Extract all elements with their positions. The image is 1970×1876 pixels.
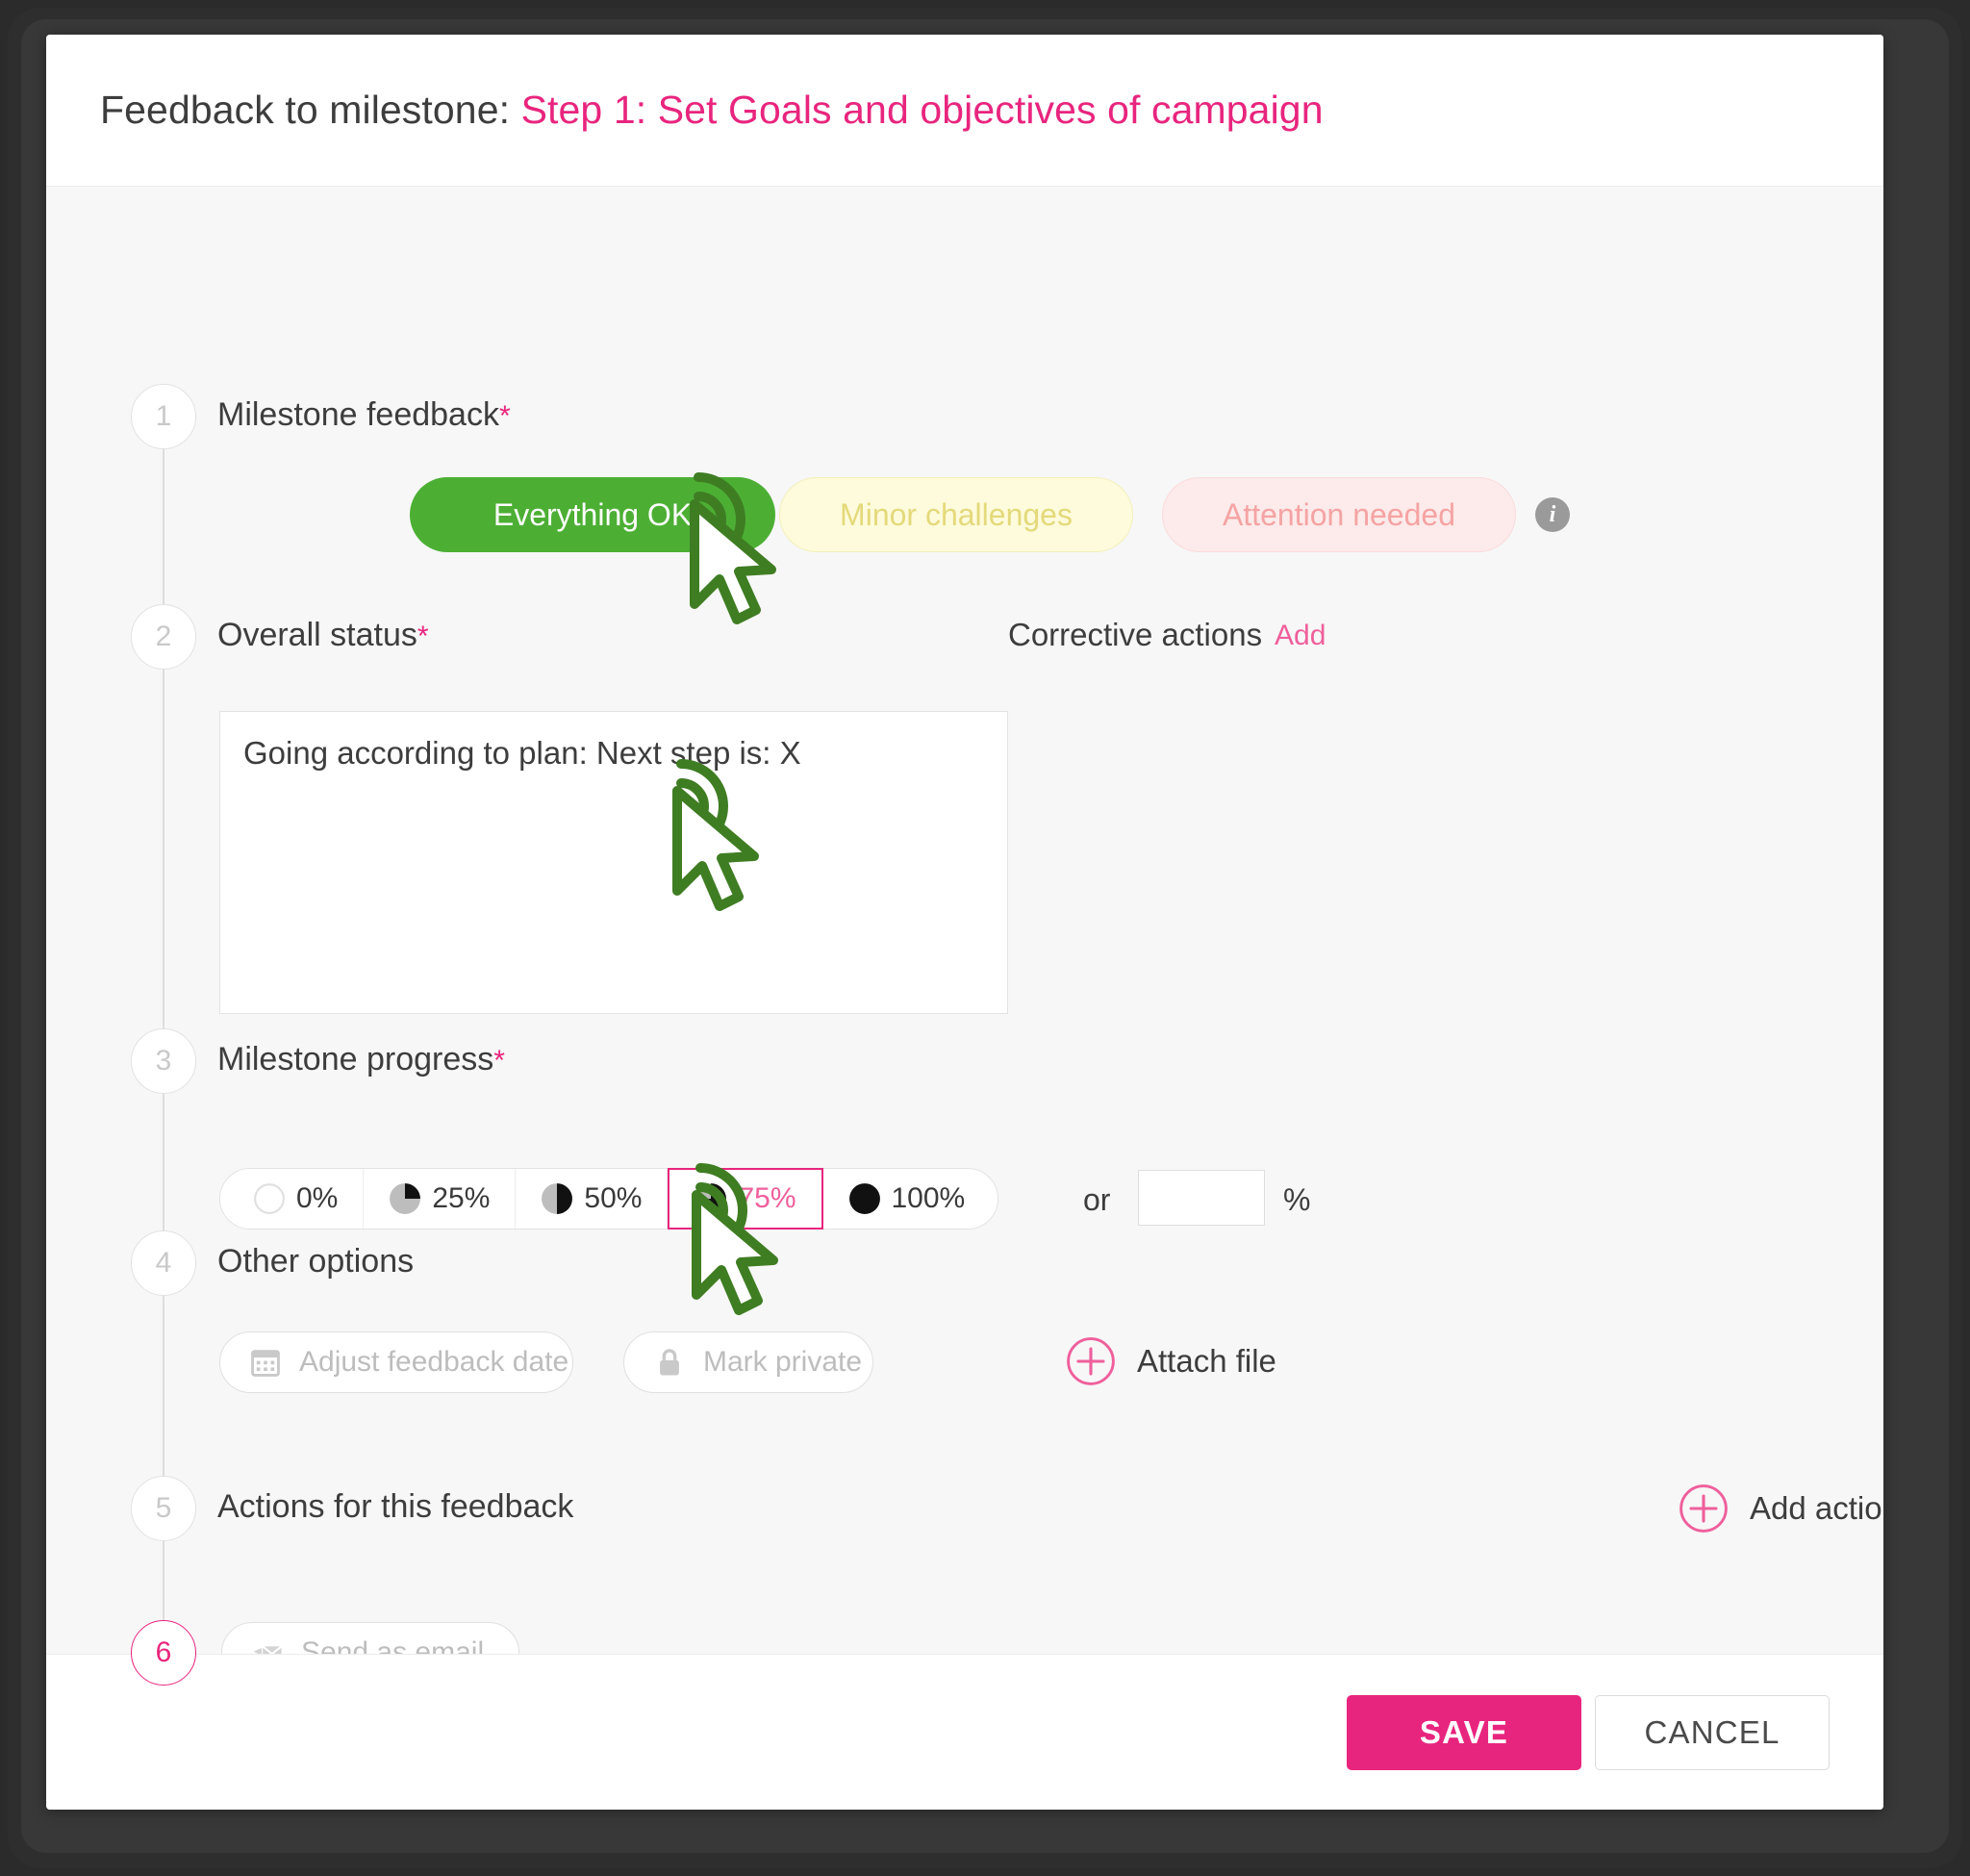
pie-25-icon <box>390 1183 421 1214</box>
pie-0-icon <box>254 1183 285 1214</box>
required-asterisk-1: * <box>498 400 511 432</box>
step-number-5: 5 <box>155 1492 172 1524</box>
step-number-2: 2 <box>155 621 172 652</box>
step-marker-5: 5 <box>131 1476 196 1541</box>
progress-or-label: or <box>1083 1182 1111 1217</box>
section-label-overall-status: Overall status* <box>217 617 429 653</box>
corrective-actions-label: Corrective actions <box>1008 617 1263 652</box>
overall-status-textarea[interactable]: Going according to plan: Next step is: X <box>219 711 1008 1014</box>
progress-option-0[interactable]: 0% <box>220 1169 365 1229</box>
screen-background: Feedback to milestone: Step 1: Set Goals… <box>0 0 1970 1876</box>
step-number-6: 6 <box>155 1636 172 1668</box>
feedback-pill-attention-needed[interactable]: Attention needed <box>1162 477 1516 552</box>
step-number-4: 4 <box>155 1247 172 1279</box>
required-asterisk-3: * <box>493 1045 505 1077</box>
attach-file-button[interactable]: Attach file <box>1066 1336 1276 1386</box>
save-button[interactable]: SAVE <box>1347 1694 1581 1770</box>
overall-status-value: Going according to plan: Next step is: X <box>243 735 801 771</box>
step-marker-6: 6 <box>131 1620 196 1686</box>
cancel-button[interactable]: CANCEL <box>1595 1694 1830 1770</box>
section-label-actions: Actions for this feedback <box>217 1488 574 1525</box>
adjust-feedback-date-label: Adjust feedback date <box>299 1346 569 1378</box>
corrective-actions-add-link[interactable]: Add <box>1275 620 1326 652</box>
section-label-milestone-feedback: Milestone feedback* <box>217 396 511 433</box>
pie-75-icon <box>695 1183 727 1214</box>
step-marker-4: 4 <box>131 1230 196 1296</box>
dialog-title-milestone: Step 1: Set Goals and objectives of camp… <box>520 88 1324 132</box>
plus-circle-icon <box>1680 1484 1728 1533</box>
dialog-body: 1 Milestone feedback* Everything OK Mino… <box>46 187 1883 1687</box>
section-label-milestone-progress: Milestone progress* <box>217 1041 505 1077</box>
step-number-3: 3 <box>155 1045 172 1077</box>
step-marker-3: 3 <box>131 1028 196 1094</box>
progress-option-25[interactable]: 25% <box>364 1169 517 1229</box>
attach-file-label: Attach file <box>1137 1343 1276 1379</box>
calendar-icon <box>251 1350 280 1377</box>
lock-icon <box>660 1349 679 1376</box>
add-action-button[interactable]: Add action <box>1679 1483 1883 1534</box>
mark-private-button[interactable]: Mark private <box>623 1331 873 1393</box>
dialog-title-prefix: Feedback to milestone: <box>100 88 511 132</box>
required-asterisk-2: * <box>417 621 429 652</box>
progress-option-100[interactable]: 100% <box>822 1169 998 1229</box>
step-marker-1: 1 <box>131 384 196 449</box>
pie-50-icon <box>542 1183 573 1214</box>
step-marker-2: 2 <box>131 604 196 670</box>
progress-custom-input[interactable] <box>1138 1170 1265 1226</box>
mark-private-label: Mark private <box>703 1346 863 1378</box>
adjust-feedback-date-button[interactable]: Adjust feedback date <box>219 1331 573 1393</box>
add-action-label: Add action <box>1750 1490 1883 1526</box>
feedback-pill-everything-ok[interactable]: Everything OK <box>410 477 775 552</box>
pie-100-icon <box>848 1183 880 1214</box>
progress-option-75[interactable]: 75% <box>668 1168 823 1230</box>
page-title: Feedback to milestone: Step 1: Set Goals… <box>100 88 1324 133</box>
dialog-footer: SAVE CANCEL <box>46 1654 1883 1810</box>
dialog-header: Feedback to milestone: Step 1: Set Goals… <box>46 35 1883 187</box>
info-icon[interactable]: i <box>1535 497 1570 532</box>
feedback-dialog: Feedback to milestone: Step 1: Set Goals… <box>46 35 1883 1810</box>
progress-option-50[interactable]: 50% <box>516 1169 669 1229</box>
progress-percent-sign: % <box>1283 1182 1311 1217</box>
section-label-other-options: Other options <box>217 1243 415 1280</box>
feedback-pill-minor-challenges[interactable]: Minor challenges <box>779 477 1133 552</box>
plus-circle-icon <box>1067 1337 1115 1385</box>
milestone-progress-group: 0% 25% 50% 75% 100% <box>219 1168 999 1230</box>
step-number-1: 1 <box>155 400 172 432</box>
